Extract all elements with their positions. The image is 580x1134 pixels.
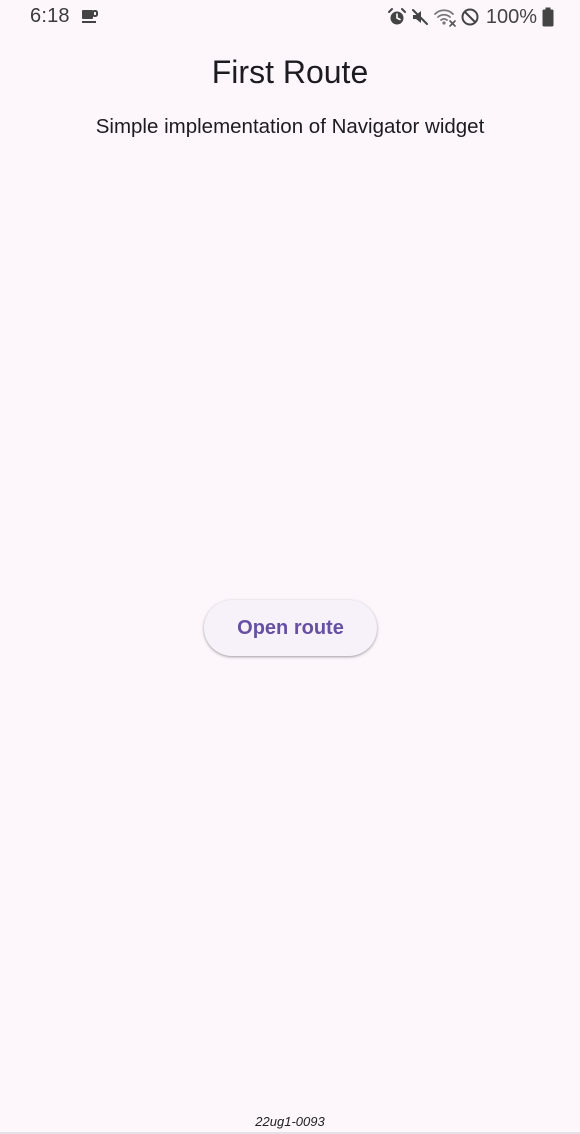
page-title: First Route: [211, 54, 369, 90]
battery-percentage: 100%: [485, 5, 537, 28]
battery-full-icon: [542, 7, 554, 27]
alarm-icon: [387, 7, 407, 27]
status-bar: 6:18 100%: [0, 0, 580, 34]
status-time: 6:18: [30, 5, 70, 27]
open-route-button[interactable]: Open route: [204, 600, 377, 656]
do-not-disturb-icon: [460, 7, 480, 27]
coffee-cup-icon: [80, 8, 100, 26]
page-subtitle: Simple implementation of Navigator widge…: [95, 115, 485, 138]
status-icons: 100%: [387, 5, 554, 29]
footer-id: 22ug1-0093: [255, 1114, 325, 1129]
wifi-icon: [433, 7, 457, 27]
mute-icon: [410, 7, 430, 27]
